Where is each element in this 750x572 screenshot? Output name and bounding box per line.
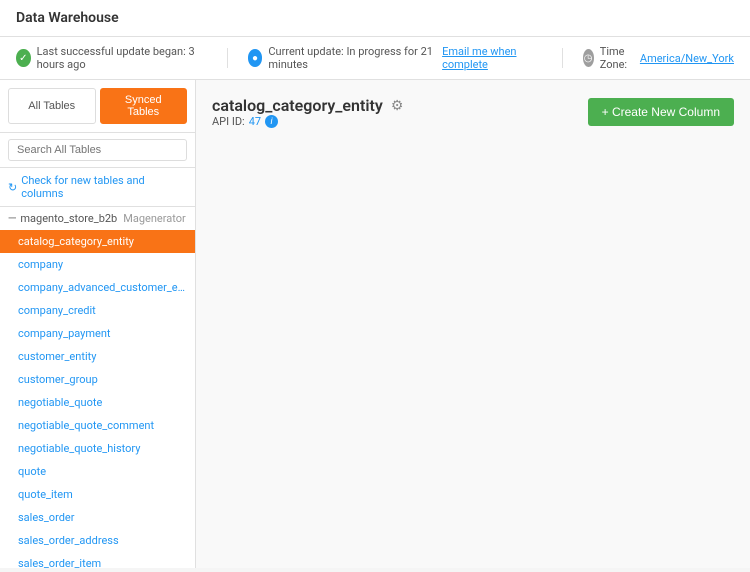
- sidebar-item-quote-item[interactable]: quote_item: [0, 483, 195, 506]
- sidebar-tabs: All Tables Synced Tables: [0, 80, 195, 133]
- sidebar-item-sales-order-item[interactable]: sales_order_item: [0, 552, 195, 568]
- status-divider-1: [227, 48, 228, 68]
- sidebar-search-container: [0, 133, 195, 168]
- api-id-row: API ID: 47 i: [212, 115, 403, 128]
- current-update-icon: ●: [248, 49, 263, 67]
- timezone-icon: ◷: [583, 49, 594, 67]
- main-layout: All Tables Synced Tables ↻ Check for new…: [0, 80, 750, 568]
- settings-icon[interactable]: ⚙: [391, 98, 404, 114]
- sidebar-item-customer-group[interactable]: customer_group: [0, 368, 195, 391]
- group-collapse-icon[interactable]: —: [8, 212, 16, 225]
- timezone-status: ◷ Time Zone: America/New_York: [583, 45, 734, 71]
- group-name-magento: magento_store_b2b: [20, 212, 117, 225]
- tab-synced-tables[interactable]: Synced Tables: [100, 88, 188, 124]
- last-update-icon: ✓: [16, 49, 31, 67]
- status-divider-2: [562, 48, 563, 68]
- timezone-value[interactable]: America/New_York: [640, 52, 734, 65]
- search-input[interactable]: [8, 139, 187, 161]
- content-title-row: catalog_category_entity ⚙: [212, 96, 403, 115]
- check-new-tables-link[interactable]: ↻ Check for new tables and columns: [0, 168, 195, 207]
- email-link[interactable]: Email me when complete: [442, 45, 542, 71]
- last-update-status: ✓ Last successful update began: 3 hours …: [16, 45, 207, 71]
- sidebar-item-negotiable-quote-comment[interactable]: negotiable_quote_comment: [0, 414, 195, 437]
- sidebar: All Tables Synced Tables ↻ Check for new…: [0, 80, 196, 568]
- sidebar-item-sales-order-address[interactable]: sales_order_address: [0, 529, 195, 552]
- main-content: catalog_category_entity ⚙ API ID: 47 i +…: [196, 80, 750, 568]
- check-link-text: Check for new tables and columns: [21, 174, 187, 200]
- sidebar-item-company-payment[interactable]: company_payment: [0, 322, 195, 345]
- sidebar-item-customer-entity[interactable]: customer_entity: [0, 345, 195, 368]
- api-id-value[interactable]: 47: [249, 115, 261, 128]
- sidebar-item-quote[interactable]: quote: [0, 460, 195, 483]
- sidebar-item-company-credit[interactable]: company_credit: [0, 299, 195, 322]
- sidebar-items: — magento_store_b2b Magenerator catalog_…: [0, 207, 195, 568]
- table-title: catalog_category_entity: [212, 96, 383, 115]
- last-update-text: Last successful update began: 3 hours ag…: [37, 45, 207, 71]
- timezone-label: Time Zone:: [600, 45, 634, 71]
- sidebar-item-company-advanced[interactable]: company_advanced_customer_entity: [0, 276, 195, 299]
- current-update-status: ● Current update: In progress for 21 min…: [248, 45, 542, 71]
- create-new-column-button[interactable]: + Create New Column: [588, 98, 734, 126]
- sidebar-item-negotiable-quote-history[interactable]: negotiable_quote_history: [0, 437, 195, 460]
- status-bar: ✓ Last successful update began: 3 hours …: [0, 37, 750, 80]
- info-icon[interactable]: i: [265, 115, 278, 128]
- content-header: catalog_category_entity ⚙ API ID: 47 i +…: [212, 96, 734, 128]
- app-header: Data Warehouse: [0, 0, 750, 37]
- group-sublabel-magento: Magenerator: [123, 212, 186, 225]
- tab-all-tables[interactable]: All Tables: [8, 88, 96, 124]
- current-update-text: Current update: In progress for 21 minut…: [268, 45, 436, 71]
- sidebar-item-negotiable-quote[interactable]: negotiable_quote: [0, 391, 195, 414]
- api-id-label: API ID:: [212, 115, 245, 128]
- app-title: Data Warehouse: [16, 10, 119, 26]
- refresh-icon: ↻: [8, 181, 17, 194]
- group-header-magento: — magento_store_b2b Magenerator: [0, 207, 195, 230]
- sidebar-item-sales-order[interactable]: sales_order: [0, 506, 195, 529]
- sidebar-item-company[interactable]: company: [0, 253, 195, 276]
- sidebar-item-catalog-category-entity[interactable]: catalog_category_entity: [0, 230, 195, 253]
